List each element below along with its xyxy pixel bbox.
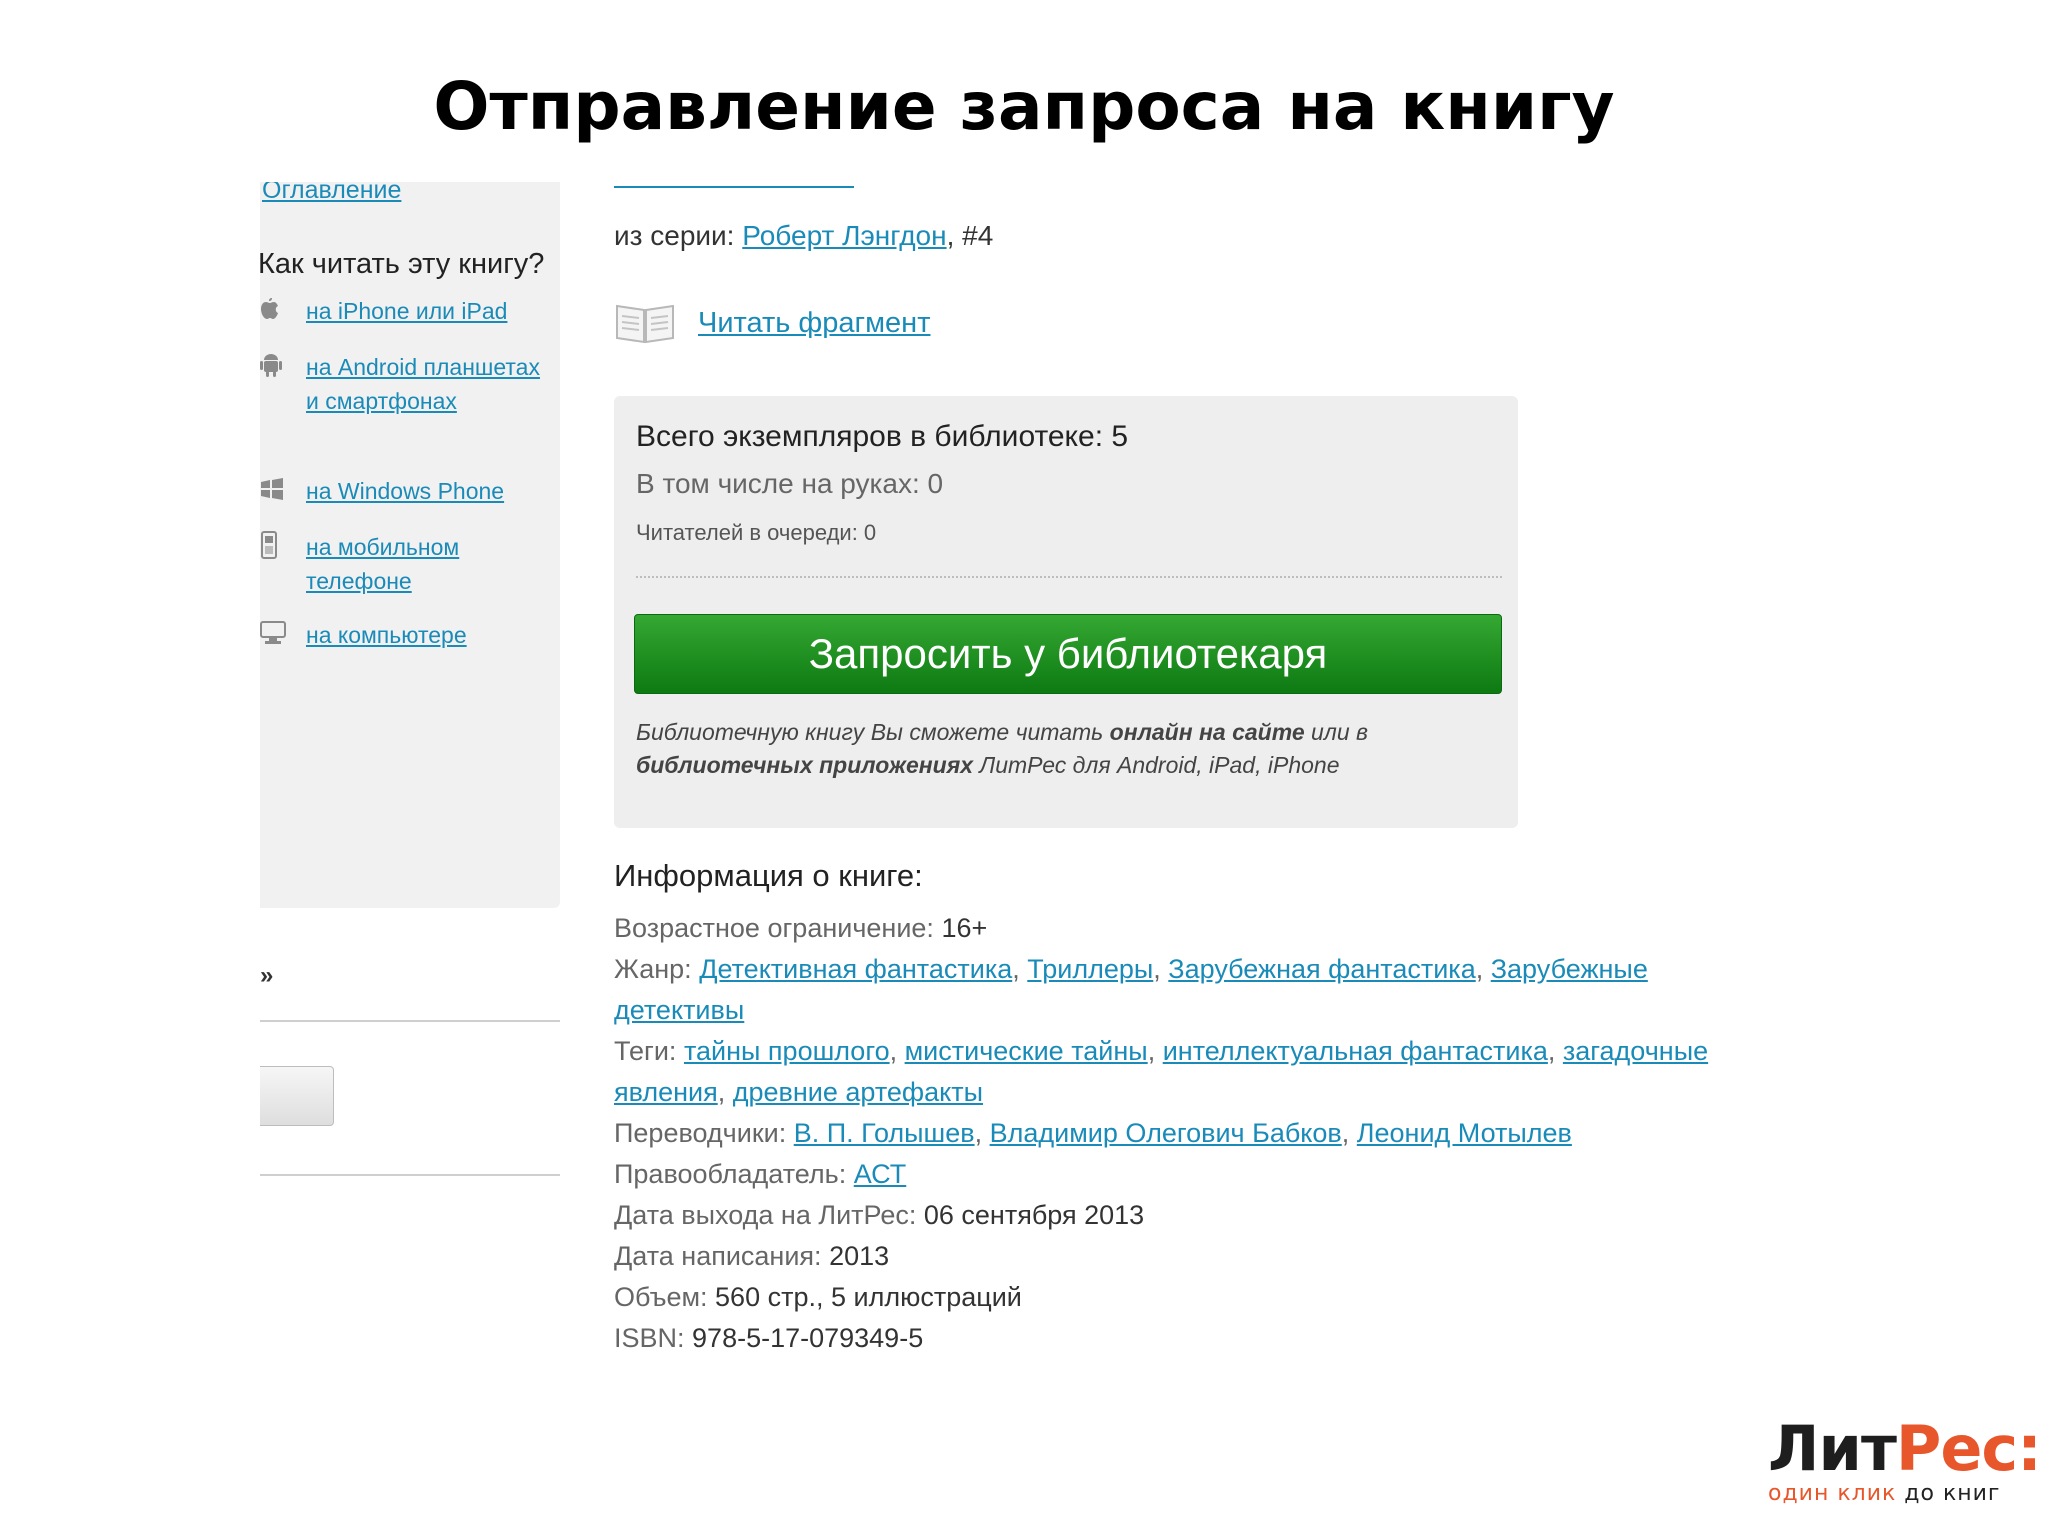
volume-row: Объем: 560 стр., 5 иллюстраций: [614, 1277, 1764, 1318]
written-value: 2013: [821, 1241, 890, 1271]
volume-value: 560 стр., 5 иллюстраций: [707, 1282, 1022, 1312]
apple-icon: [260, 294, 306, 324]
tags-row: Теги: тайны прошлого, мистические тайны,…: [614, 1036, 1709, 1107]
read-fragment-row[interactable]: Читать фрагмент: [614, 300, 930, 346]
isbn-value: 978-5-17-079349-5: [684, 1323, 924, 1353]
age-label: Возрастное ограничение:: [614, 913, 934, 943]
release-row: Дата выхода на ЛитРес: 06 сентября 2013: [614, 1195, 1764, 1236]
rights-row: Правообладатель: АСТ: [614, 1154, 1764, 1195]
sidebar-button[interactable]: [260, 1066, 334, 1126]
device-item-windows-phone[interactable]: на Windows Phone: [260, 474, 546, 508]
series-link[interactable]: Роберт Лэнгдон: [742, 220, 946, 251]
series-row: из серии: Роберт Лэнгдон, #4: [614, 220, 993, 252]
logo-tag-b: до книг: [1896, 1481, 2001, 1506]
translators-row: Переводчики: В. П. Голышев, Владимир Оле…: [614, 1118, 1572, 1148]
tag-link[interactable]: интеллектуальная фантастика: [1163, 1036, 1548, 1066]
sidebar-arrow-mark: »: [260, 962, 274, 989]
rights-label: Правообладатель:: [614, 1159, 847, 1189]
genre-row: Жанр: Детективная фантастика, Триллеры, …: [614, 954, 1648, 1025]
device-link[interactable]: на Windows Phone: [306, 474, 546, 508]
device-item-android[interactable]: на Android планшетах и смартфонах: [260, 350, 546, 418]
readers-queue: Читателей в очереди: 0: [636, 520, 877, 545]
translator-link[interactable]: Леонид Мотылев: [1357, 1118, 1572, 1148]
how-to-read-title: Как читать эту книгу?: [260, 248, 545, 280]
tag-link[interactable]: тайны прошлого: [684, 1036, 890, 1066]
series-prefix: из серии:: [614, 220, 735, 251]
cut-link-underline: [614, 186, 854, 188]
library-copies-box: Всего экземпляров в библиотеке: 5 В том …: [614, 396, 1518, 828]
sidebar-divider: [260, 1174, 560, 1176]
note-bold: библиотечных приложениях: [636, 752, 974, 778]
library-note: Библиотечную книгу Вы сможете читать онл…: [636, 716, 1496, 782]
series-suffix: , #4: [946, 220, 994, 251]
device-item-iphone[interactable]: на iPhone или iPad: [260, 294, 546, 328]
book-info-list: Возрастное ограничение: 16+ Жанр: Детект…: [614, 908, 1764, 1359]
release-value: 06 сентября 2013: [916, 1200, 1145, 1230]
translators-label: Переводчики:: [614, 1118, 787, 1148]
book-info-title: Информация о книге:: [614, 858, 923, 893]
isbn-row: ISBN: 978-5-17-079349-5: [614, 1318, 1764, 1359]
tag-link[interactable]: мистические тайны: [905, 1036, 1148, 1066]
translator-link[interactable]: Владимир Олегович Бабков: [990, 1118, 1342, 1148]
note-text: Библиотечную книгу Вы сможете читать: [636, 719, 1110, 745]
written-row: Дата написания: 2013: [614, 1236, 1764, 1277]
translator-link[interactable]: В. П. Голышев: [794, 1118, 975, 1148]
isbn-label: ISBN:: [614, 1323, 685, 1353]
genre-link[interactable]: Детективная фантастика: [699, 954, 1012, 984]
read-fragment-link[interactable]: Читать фрагмент: [698, 307, 930, 340]
age-row: Возрастное ограничение: 16+: [614, 908, 1764, 949]
logo-wordmark: ЛитРес:: [1768, 1412, 2042, 1485]
tag-link[interactable]: древние артефакты: [733, 1077, 983, 1107]
logo-tag-a: один клик: [1768, 1481, 1897, 1506]
genre-link[interactable]: Триллеры: [1027, 954, 1153, 984]
logo-res: Рес:: [1895, 1412, 2042, 1485]
device-link[interactable]: на Android планшетах и смартфонах: [306, 350, 546, 418]
mobile-phone-icon: [260, 530, 306, 560]
slide-title: Отправление запроса на книгу: [433, 68, 1615, 145]
volume-label: Объем:: [614, 1282, 708, 1312]
request-librarian-button[interactable]: Запросить у библиотекаря: [634, 614, 1502, 694]
device-item-computer[interactable]: на компьютере: [260, 618, 546, 652]
logo-tagline: один клик до книг: [1768, 1481, 2028, 1506]
written-label: Дата написания:: [614, 1241, 822, 1271]
device-item-mobile[interactable]: на мобильном телефоне: [260, 530, 546, 598]
open-book-icon: [616, 304, 674, 344]
android-icon: [260, 350, 306, 380]
age-value: 16+: [933, 913, 988, 943]
dotted-divider: [636, 576, 1502, 578]
litres-logo: ЛитРес: один клик до книг: [1768, 1412, 2042, 1506]
note-text: ЛитРес для Android, iPad, iPhone: [973, 752, 1340, 778]
computer-icon: [260, 618, 306, 648]
toc-link[interactable]: Оглавление: [262, 182, 401, 205]
sidebar: Оглавление Как читать эту книгу? на iPho…: [260, 182, 560, 908]
screenshot-area: Оглавление Как читать эту книгу? на iPho…: [260, 182, 1820, 1362]
genre-link[interactable]: Зарубежная фантастика: [1168, 954, 1475, 984]
device-link[interactable]: на компьютере: [306, 618, 546, 652]
note-bold: онлайн на сайте: [1109, 719, 1305, 745]
copies-on-hand: В том числе на руках: 0: [636, 468, 944, 499]
device-link[interactable]: на iPhone или iPad: [306, 294, 546, 328]
rights-link[interactable]: АСТ: [854, 1159, 907, 1189]
copies-total: Всего экземпляров в библиотеке: 5: [636, 420, 1129, 453]
logo-lit: Лит: [1768, 1412, 1897, 1485]
tags-label: Теги:: [614, 1036, 677, 1066]
note-text: или в: [1304, 719, 1369, 745]
sidebar-divider: [260, 1020, 560, 1022]
release-label: Дата выхода на ЛитРес:: [614, 1200, 917, 1230]
device-link[interactable]: на мобильном телефоне: [306, 530, 546, 598]
genre-label: Жанр:: [614, 954, 692, 984]
windows-icon: [260, 474, 306, 504]
